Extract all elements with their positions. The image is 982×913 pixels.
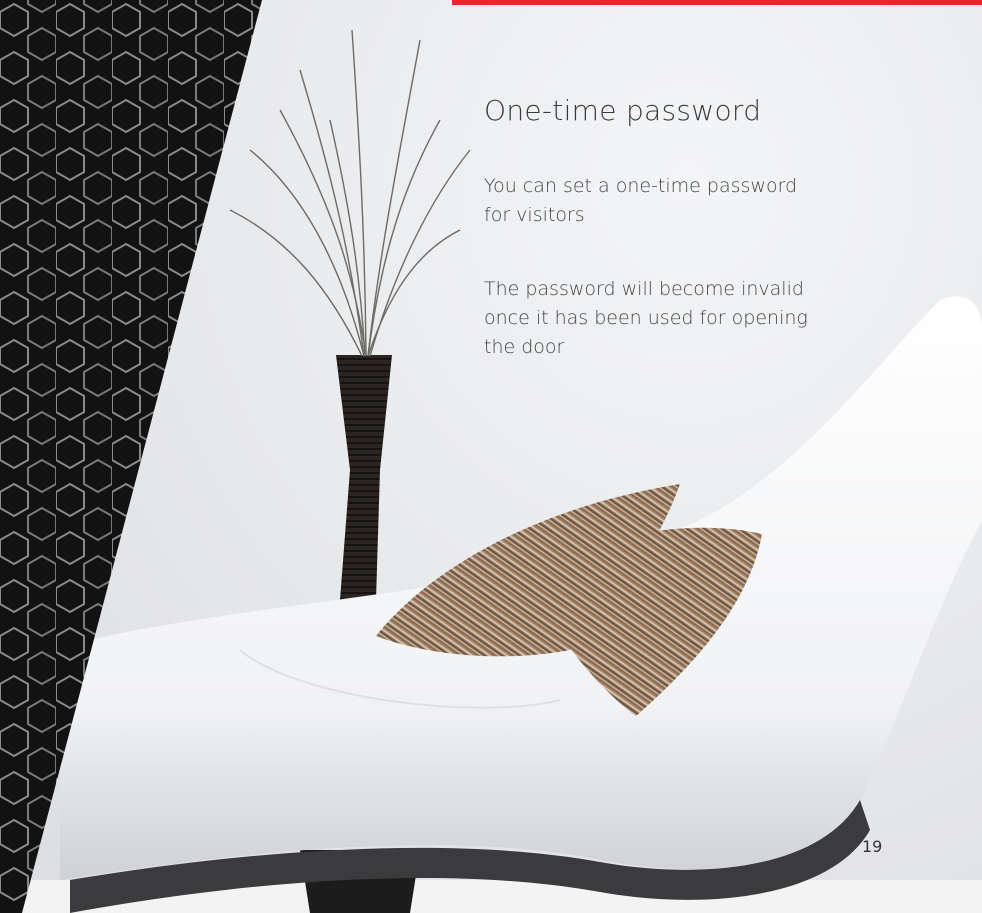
- page-number: 19: [862, 837, 883, 856]
- accent-bar: [452, 0, 982, 5]
- paragraph-set-password: You can set a one-time password for visi…: [484, 175, 798, 226]
- interior-photo: [0, 0, 982, 913]
- manual-page: One-time password You can set a one-time…: [0, 0, 982, 913]
- section-title: One-time password: [484, 94, 762, 127]
- paragraph-password-invalid: The password will become invalid once it…: [484, 278, 808, 358]
- vase: [336, 355, 392, 600]
- vase-twigs: [229, 29, 471, 357]
